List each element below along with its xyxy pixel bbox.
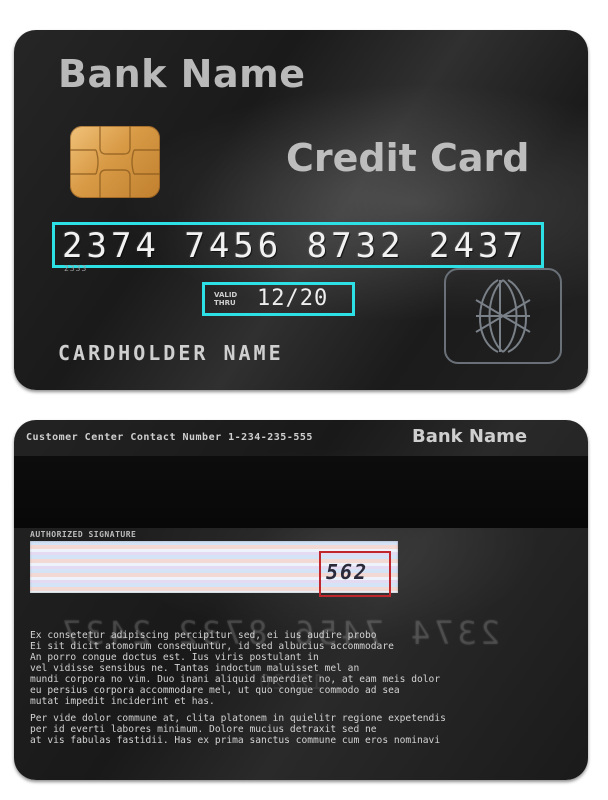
chip-icon	[70, 126, 160, 198]
terms-paragraph-2: Per vide dolor commune at, clita platone…	[30, 713, 446, 746]
card-back: Customer Center Contact Number 1-234-235…	[14, 420, 588, 780]
card-number-small: 2333	[64, 264, 88, 273]
signature-label: AUTHORIZED SIGNATURE	[30, 530, 137, 539]
terms-paragraph-1: Ex consetetur adipiscing percipitur sed,…	[30, 630, 441, 707]
card-front: Bank Name Credit Card 2374 7456 8732 243…	[14, 30, 588, 390]
valid-thru-label: VALID THRU	[214, 291, 244, 307]
card-network-logo-icon	[444, 268, 562, 364]
card-number: 2374 7456 8732 2437	[62, 226, 527, 266]
magnetic-stripe	[14, 456, 588, 528]
front-bank-name: Bank Name	[58, 52, 306, 96]
cardholder-name: CARDHOLDER NAME	[58, 341, 284, 365]
valid-thru-date: 12/20	[257, 286, 329, 311]
contact-number: Customer Center Contact Number 1-234-235…	[26, 432, 313, 443]
back-bank-name: Bank Name	[412, 426, 528, 447]
cvv-code: 562	[326, 560, 369, 584]
valid-label-line1: VALID	[214, 291, 238, 299]
card-type-label: Credit Card	[286, 136, 530, 180]
valid-label-line2: THRU	[214, 299, 236, 307]
